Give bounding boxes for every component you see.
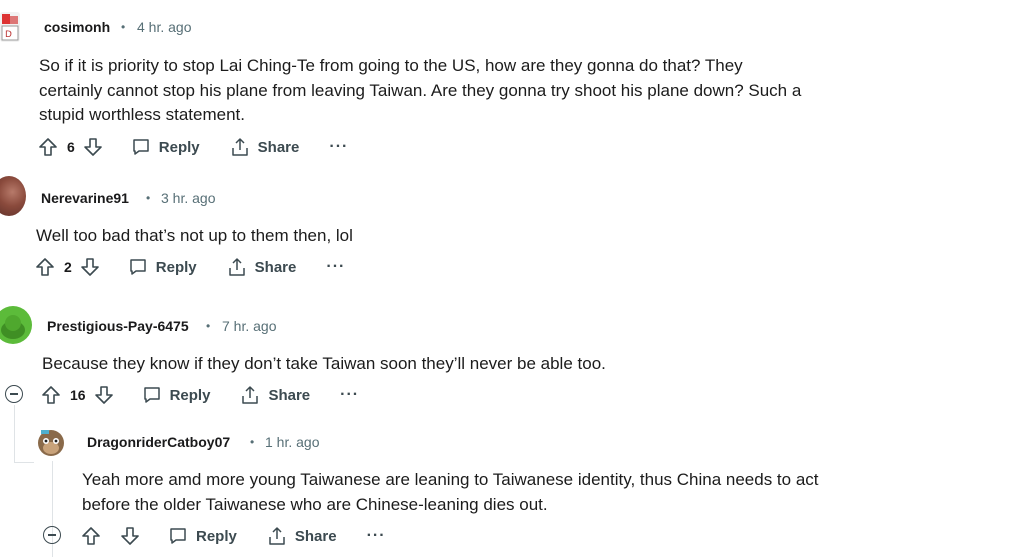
timestamp[interactable]: 1 hr. ago bbox=[265, 434, 320, 450]
reply-label: Reply bbox=[158, 138, 200, 156]
comment-icon bbox=[128, 257, 148, 277]
vote-count: 16 bbox=[70, 387, 86, 403]
comment-action-bar: 6 Reply Share ··· bbox=[38, 135, 348, 159]
upvote-icon[interactable] bbox=[81, 526, 101, 546]
more-options-icon[interactable]: ··· bbox=[340, 386, 359, 404]
downvote-icon[interactable] bbox=[120, 526, 140, 546]
reply-button[interactable]: Reply bbox=[131, 137, 200, 157]
share-icon bbox=[240, 385, 260, 405]
collapse-thread-icon[interactable] bbox=[5, 385, 23, 403]
collapse-thread-icon[interactable] bbox=[43, 526, 61, 544]
share-label: Share bbox=[254, 258, 297, 276]
timestamp[interactable]: 7 hr. ago bbox=[222, 318, 277, 334]
separator-dot: • bbox=[250, 435, 255, 449]
comment-body: Because they know if they don’t take Tai… bbox=[42, 354, 606, 373]
share-label: Share bbox=[257, 138, 300, 156]
username[interactable]: Nerevarine91 bbox=[41, 190, 129, 206]
reply-button[interactable]: Reply bbox=[168, 526, 237, 546]
reply-label: Reply bbox=[196, 527, 237, 545]
share-icon bbox=[227, 257, 247, 277]
share-icon bbox=[267, 526, 287, 546]
share-button[interactable]: Share bbox=[227, 257, 297, 277]
vote-count: 2 bbox=[64, 259, 72, 275]
more-options-icon[interactable]: ··· bbox=[326, 258, 345, 276]
reply-button[interactable]: Reply bbox=[142, 385, 211, 405]
share-label: Share bbox=[294, 527, 337, 545]
reply-button[interactable]: Reply bbox=[128, 257, 197, 277]
username[interactable]: cosimonh bbox=[44, 19, 110, 35]
upvote-icon[interactable] bbox=[35, 257, 55, 277]
thread-line bbox=[14, 462, 34, 463]
svg-text:D: D bbox=[5, 30, 12, 40]
upvote-icon[interactable] bbox=[38, 137, 58, 157]
vote-count: 6 bbox=[67, 139, 75, 155]
avatar[interactable] bbox=[0, 176, 26, 216]
reply-label: Reply bbox=[155, 258, 197, 276]
comment-body: Yeah more amd more young Taiwanese are l… bbox=[82, 470, 819, 514]
avatar[interactable] bbox=[33, 424, 69, 460]
comment-icon bbox=[142, 385, 162, 405]
reply-label: Reply bbox=[169, 386, 211, 404]
timestamp[interactable]: 3 hr. ago bbox=[161, 190, 216, 206]
more-options-icon[interactable]: ··· bbox=[367, 527, 386, 545]
username[interactable]: DragonriderCatboy07 bbox=[87, 434, 230, 450]
comment-body: So if it is priority to stop Lai Ching-T… bbox=[39, 56, 802, 124]
comment-action-bar: Reply Share ··· bbox=[81, 524, 386, 548]
thread-line bbox=[14, 405, 15, 463]
comment-icon bbox=[168, 526, 188, 546]
separator-dot: • bbox=[146, 191, 151, 205]
username[interactable]: Prestigious-Pay-6475 bbox=[47, 318, 189, 334]
share-button[interactable]: Share bbox=[267, 526, 337, 546]
separator-dot: • bbox=[121, 20, 126, 34]
upvote-icon[interactable] bbox=[41, 385, 61, 405]
downvote-icon[interactable] bbox=[80, 257, 100, 277]
more-options-icon[interactable]: ··· bbox=[329, 138, 348, 156]
share-label: Share bbox=[268, 386, 311, 404]
share-button[interactable]: Share bbox=[230, 137, 300, 157]
comment-body: Well too bad that’s not up to them then,… bbox=[36, 226, 353, 245]
comment-action-bar: 16 Reply Share ··· bbox=[41, 383, 359, 407]
timestamp[interactable]: 4 hr. ago bbox=[137, 19, 192, 35]
share-icon bbox=[230, 137, 250, 157]
share-button[interactable]: Share bbox=[240, 385, 310, 405]
downvote-icon[interactable] bbox=[94, 385, 114, 405]
separator-dot: • bbox=[206, 319, 211, 333]
avatar[interactable]: D bbox=[0, 10, 24, 46]
comment-action-bar: 2 Reply Share ··· bbox=[35, 255, 345, 279]
downvote-icon[interactable] bbox=[83, 137, 103, 157]
comment-icon bbox=[131, 137, 151, 157]
avatar[interactable] bbox=[0, 306, 32, 344]
